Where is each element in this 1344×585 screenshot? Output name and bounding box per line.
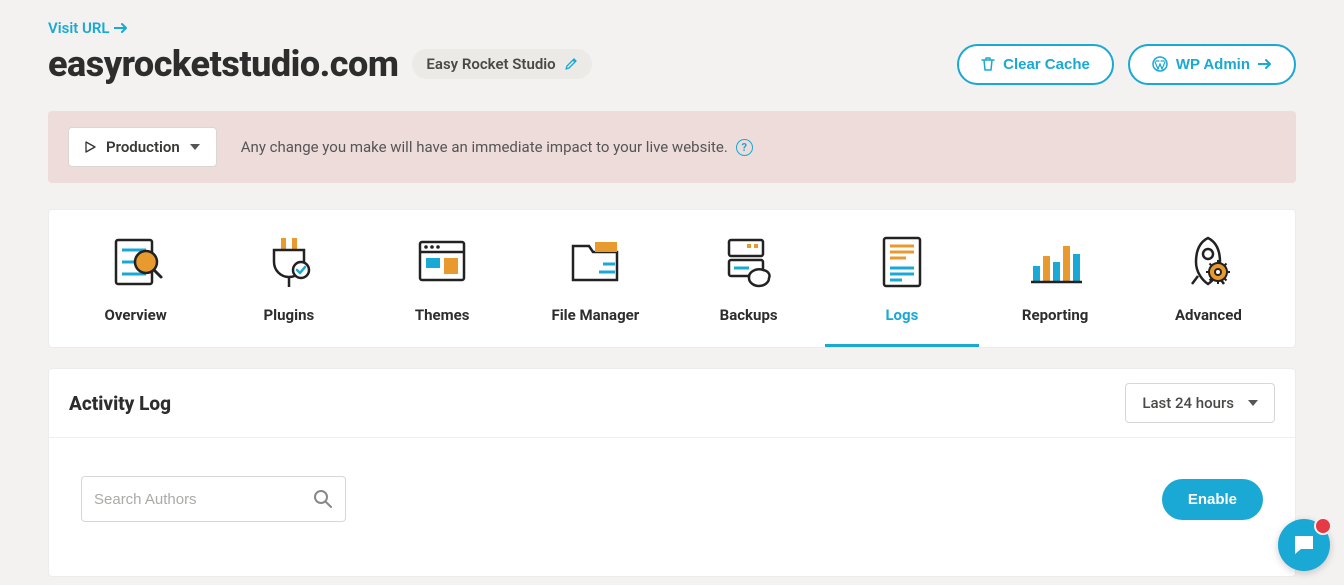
visit-url-label: Visit URL	[48, 19, 110, 37]
tab-label: Backups	[720, 306, 778, 324]
themes-icon	[412, 232, 472, 292]
tab-themes[interactable]: Themes	[366, 232, 519, 347]
environment-notice: Production Any change you make will have…	[48, 111, 1296, 183]
tab-logs[interactable]: Logs	[825, 232, 978, 347]
wp-admin-button[interactable]: WP Admin	[1128, 44, 1296, 85]
backups-icon	[719, 232, 779, 292]
tab-label: Plugins	[264, 306, 315, 324]
panel-title: Activity Log	[69, 392, 171, 415]
tab-backups[interactable]: Backups	[672, 232, 825, 347]
time-range-label: Last 24 hours	[1142, 394, 1234, 412]
arrow-right-icon	[1258, 58, 1272, 70]
wp-admin-label: WP Admin	[1176, 56, 1250, 73]
search-authors-box[interactable]	[81, 476, 346, 522]
site-name-pill[interactable]: Easy Rocket Studio	[412, 49, 591, 79]
search-icon	[313, 489, 333, 509]
reporting-icon	[1025, 232, 1085, 292]
clear-cache-label: Clear Cache	[1003, 56, 1090, 73]
search-input[interactable]	[94, 491, 305, 508]
chat-fab[interactable]	[1278, 519, 1330, 571]
tab-label: File Manager	[551, 306, 639, 324]
tab-label: Logs	[885, 306, 918, 324]
tab-file-manager[interactable]: File Manager	[519, 232, 672, 347]
enable-button[interactable]: Enable	[1162, 479, 1263, 520]
site-name-label: Easy Rocket Studio	[426, 55, 555, 73]
overview-icon	[106, 232, 166, 292]
visit-url-link[interactable]: Visit URL	[48, 19, 128, 37]
help-icon[interactable]: ?	[736, 139, 753, 156]
play-icon	[85, 141, 96, 153]
enable-label: Enable	[1188, 491, 1237, 508]
tab-plugins[interactable]: Plugins	[212, 232, 365, 347]
pencil-icon	[564, 57, 578, 71]
wordpress-icon	[1152, 56, 1168, 72]
notice-text: Any change you make will have an immedia…	[241, 138, 728, 156]
tab-label: Themes	[415, 306, 470, 324]
tab-advanced[interactable]: Advanced	[1132, 232, 1285, 347]
plugins-icon	[259, 232, 319, 292]
chevron-down-icon	[1248, 400, 1258, 406]
chevron-down-icon	[190, 144, 200, 150]
tab-overview[interactable]: Overview	[59, 232, 212, 347]
file-manager-icon	[565, 232, 625, 292]
environment-label: Production	[106, 138, 180, 156]
logs-icon	[872, 232, 932, 292]
time-range-select[interactable]: Last 24 hours	[1125, 383, 1275, 423]
tab-strip: Overview Plugins	[48, 209, 1296, 348]
clear-cache-button[interactable]: Clear Cache	[957, 44, 1114, 85]
trash-icon	[981, 56, 995, 72]
tab-label: Overview	[105, 306, 167, 324]
arrow-right-icon	[114, 22, 128, 34]
environment-select[interactable]: Production	[68, 127, 217, 167]
advanced-icon	[1178, 232, 1238, 292]
page-title: easyrocketstudio.com	[48, 43, 398, 85]
tab-label: Advanced	[1175, 306, 1242, 324]
tab-label: Reporting	[1022, 306, 1089, 324]
tab-reporting[interactable]: Reporting	[979, 232, 1132, 347]
chat-icon	[1291, 532, 1317, 558]
activity-log-panel: Activity Log Last 24 hours Enable	[48, 368, 1296, 577]
